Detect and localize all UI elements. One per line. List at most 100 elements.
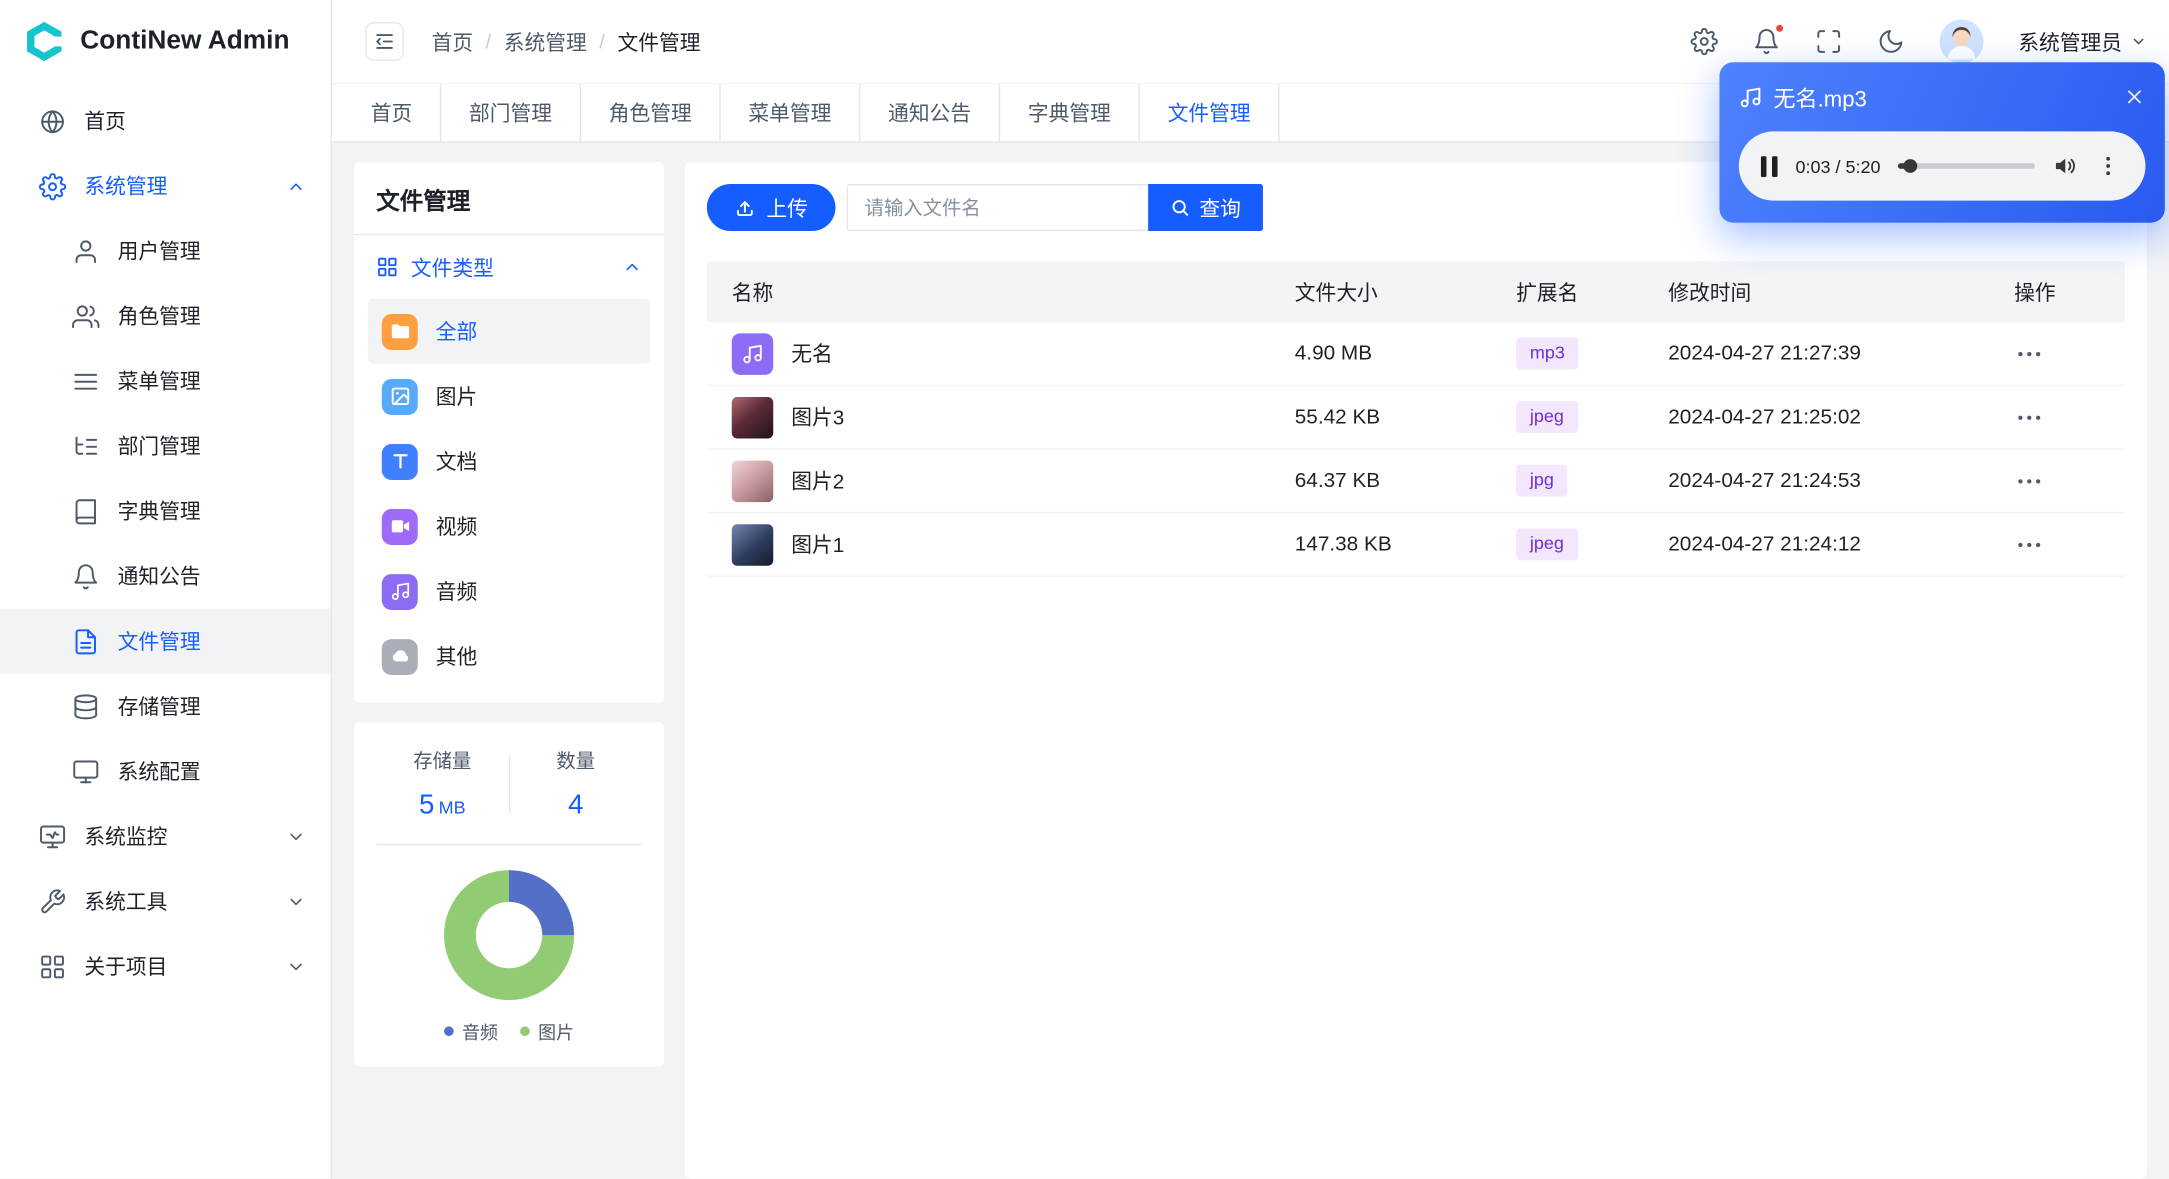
table-row[interactable]: 无名 4.90 MB mp3 2024-04-27 21:27:39 [706, 322, 2125, 386]
tab-files[interactable]: 文件管理 [1140, 84, 1280, 142]
sidebar-item-config[interactable]: 系统配置 [0, 739, 331, 804]
monitor-pulse-icon [39, 822, 67, 850]
sidebar-item-files[interactable]: 文件管理 [0, 608, 331, 674]
sidebar-item-roles[interactable]: 角色管理 [0, 284, 331, 349]
type-item-audio[interactable]: 音频 [368, 559, 650, 624]
image-thumbnail [731, 396, 774, 438]
app-logo[interactable]: ContiNew Admin [0, 0, 331, 83]
type-item-image[interactable]: 图片 [368, 364, 650, 429]
progress-thumb[interactable] [1904, 159, 1918, 173]
type-item-other[interactable]: 其他 [368, 624, 650, 689]
apps-grid-icon [376, 256, 398, 278]
tab-notices[interactable]: 通知公告 [860, 84, 1001, 142]
count-value: 4 [568, 789, 584, 821]
user-icon [72, 237, 100, 265]
search-button[interactable]: 查询 [1148, 183, 1263, 232]
music-note-icon [381, 573, 418, 610]
file-time: 2024-04-27 21:24:53 [1668, 468, 1861, 493]
file-name: 无名 [791, 343, 833, 367]
file-type-group-header[interactable]: 文件类型 [376, 235, 642, 299]
group-label: 文件类型 [410, 256, 494, 281]
avatar[interactable] [1939, 19, 1984, 64]
sidebar-item-departments[interactable]: 部门管理 [0, 414, 331, 479]
audio-controls: 0:03 / 5:20 [1738, 131, 2146, 201]
sidebar-item-storage[interactable]: 存储管理 [0, 674, 331, 739]
sidebar-toggle-button[interactable] [365, 22, 404, 61]
sidebar-item-home[interactable]: 首页 [0, 89, 331, 154]
sidebar-item-label: 系统工具 [84, 890, 168, 915]
row-actions-button[interactable] [2014, 338, 2125, 368]
sidebar-item-system[interactable]: 系统管理 [0, 154, 331, 219]
breadcrumb-item[interactable]: 首页 [432, 27, 474, 56]
sidebar-item-users[interactable]: 用户管理 [0, 219, 331, 284]
divider [376, 843, 642, 846]
column-header-size: 文件大小 [1294, 281, 1378, 306]
file-time: 2024-04-27 21:27:39 [1668, 341, 1861, 366]
sidebar: ContiNew Admin 首页 系统管理 用户管理 角色管理 菜单管理 部门… [0, 0, 332, 1179]
ext-badge: jpg [1516, 465, 1568, 497]
chevron-down-icon [286, 892, 305, 911]
sidebar-item-tools[interactable]: 系统工具 [0, 869, 331, 934]
more-dots-icon [2018, 478, 2041, 483]
sidebar-item-label: 系统监控 [84, 825, 168, 850]
more-dots-icon [2018, 414, 2041, 420]
table-row[interactable]: 图片3 55.42 KB jpeg 2024-04-27 21:25:02 [706, 386, 2125, 450]
text-icon [381, 443, 418, 480]
type-item-video[interactable]: 视频 [368, 494, 650, 559]
logo-icon [22, 19, 67, 63]
breadcrumb-separator: / [599, 29, 606, 54]
sidebar-item-notices[interactable]: 通知公告 [0, 544, 331, 609]
type-item-all[interactable]: 全部 [367, 298, 651, 364]
column-header-time: 修改时间 [1668, 281, 1752, 306]
settings-button[interactable] [1690, 27, 1718, 56]
legend-item-audio[interactable]: 音频 [444, 1018, 498, 1044]
close-button[interactable] [2123, 86, 2145, 108]
breadcrumb-item-current: 文件管理 [617, 31, 701, 55]
chevron-down-icon [286, 957, 305, 976]
fullscreen-button[interactable] [1815, 28, 1843, 56]
file-time: 2024-04-27 21:24:12 [1668, 532, 1861, 557]
tab-departments[interactable]: 部门管理 [441, 84, 582, 142]
image-thumbnail [731, 459, 774, 502]
monitor-icon [72, 757, 100, 785]
sidebar-item-menus[interactable]: 菜单管理 [0, 349, 331, 414]
audio-progress-slider[interactable] [1898, 159, 2035, 173]
volume-button[interactable] [2053, 154, 2078, 179]
column-header-ops: 操作 [2014, 281, 2056, 306]
tab-roles[interactable]: 角色管理 [581, 84, 721, 142]
sidebar-item-dictionary[interactable]: 字典管理 [0, 479, 331, 544]
type-item-label: 文档 [435, 450, 478, 475]
pause-button[interactable] [1760, 155, 1778, 177]
audio-player-popup: 无名.mp3 0:03 / 5:20 [1719, 62, 2165, 223]
sidebar-menu: 首页 系统管理 用户管理 角色管理 菜单管理 部门管理 字典管理 通知公告 文件… [0, 83, 331, 999]
file-size: 4.90 MB [1294, 341, 1373, 366]
count-stat: 数量 4 [510, 747, 642, 822]
theme-toggle-button[interactable] [1877, 28, 1905, 56]
notifications-button[interactable] [1753, 23, 1785, 56]
sidebar-item-label: 首页 [84, 110, 126, 135]
users-icon [72, 302, 100, 330]
table-row[interactable]: 图片2 64.37 KB jpg 2024-04-27 21:24:53 [706, 450, 2125, 514]
legend-item-image[interactable]: 图片 [520, 1018, 574, 1044]
user-menu[interactable]: 系统管理员 [2018, 27, 2147, 56]
tab-home[interactable]: 首页 [343, 84, 442, 142]
table-row[interactable]: 图片1 147.38 KB jpeg 2024-04-27 21:24:12 [706, 513, 2125, 577]
row-actions-button[interactable] [2014, 529, 2125, 559]
tab-menus[interactable]: 菜单管理 [721, 84, 861, 142]
more-dots-icon [2018, 351, 2041, 356]
row-actions-button[interactable] [2014, 465, 2125, 495]
ext-badge: jpeg [1516, 401, 1578, 433]
breadcrumb-item[interactable]: 系统管理 [504, 27, 587, 56]
search-input[interactable] [846, 183, 1149, 232]
more-options-button[interactable] [2096, 154, 2121, 179]
row-actions-button[interactable] [2014, 402, 2125, 432]
legend-label: 图片 [538, 1022, 575, 1044]
file-name: 图片2 [791, 470, 845, 494]
upload-button[interactable]: 上传 [706, 183, 836, 232]
type-item-document[interactable]: 文档 [368, 429, 650, 494]
sidebar-item-about[interactable]: 关于项目 [0, 934, 331, 999]
sidebar-item-monitoring[interactable]: 系统监控 [0, 804, 331, 869]
collapse-menu-icon [376, 34, 393, 49]
speaker-icon [2055, 158, 2075, 174]
tab-dictionary[interactable]: 字典管理 [1000, 84, 1140, 142]
